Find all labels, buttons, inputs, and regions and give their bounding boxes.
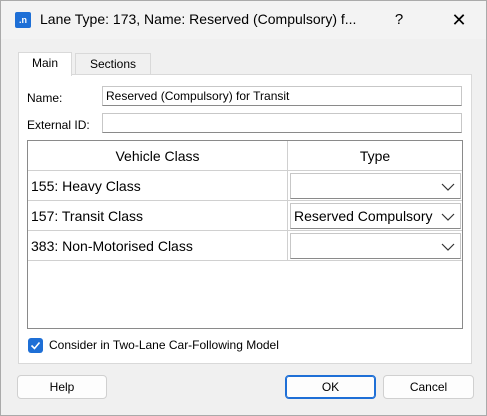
chevron-down-icon	[441, 183, 455, 191]
close-icon: ✕	[451, 10, 467, 30]
table-row[interactable]: 157: Transit Class Reserved Compulsory	[28, 201, 462, 231]
checkmark-icon	[30, 341, 41, 350]
app-icon: .n	[15, 12, 31, 28]
vehicle-class-cell: 383: Non-Motorised Class	[28, 231, 288, 261]
type-dropdown-value: Reserved Compulsory	[294, 208, 433, 224]
ok-button[interactable]: OK	[285, 375, 376, 399]
tab-main[interactable]: Main	[18, 52, 72, 76]
chevron-down-icon	[441, 213, 455, 221]
vehicle-class-cell: 155: Heavy Class	[28, 171, 288, 201]
close-button[interactable]: ✕	[439, 1, 479, 39]
title-bar[interactable]: .n Lane Type: 173, Name: Reserved (Compu…	[1, 1, 486, 39]
header-vehicle-class[interactable]: Vehicle Class	[28, 141, 288, 171]
window-title: Lane Type: 173, Name: Reserved (Compulso…	[40, 11, 357, 27]
cancel-button[interactable]: Cancel	[383, 375, 474, 399]
table-row[interactable]: 383: Non-Motorised Class	[28, 231, 462, 261]
tab-sections[interactable]: Sections	[75, 53, 151, 75]
chevron-down-icon	[441, 243, 455, 251]
external-id-label: External ID:	[27, 118, 90, 132]
type-dropdown[interactable]	[290, 173, 461, 199]
vehicle-class-cell: 157: Transit Class	[28, 201, 288, 231]
type-dropdown[interactable]: Reserved Compulsory	[290, 203, 461, 229]
title-help-button[interactable]: ?	[381, 1, 417, 39]
two-lane-checkbox-label[interactable]: Consider in Two-Lane Car-Following Model	[49, 338, 279, 352]
help-button[interactable]: Help	[17, 375, 107, 399]
table-row[interactable]: 155: Heavy Class	[28, 171, 462, 201]
name-field[interactable]: Reserved (Compulsory) for Transit	[102, 86, 462, 106]
name-label: Name:	[27, 91, 63, 105]
two-lane-checkbox[interactable]	[28, 338, 43, 353]
dialog-window: .n Lane Type: 173, Name: Reserved (Compu…	[0, 0, 487, 416]
header-type[interactable]: Type	[288, 141, 462, 171]
vehicle-class-table: Vehicle Class Type 155: Heavy Class 157:…	[27, 140, 463, 329]
type-dropdown[interactable]	[290, 233, 461, 259]
table-header: Vehicle Class Type	[28, 141, 462, 171]
external-id-field[interactable]	[102, 113, 462, 133]
